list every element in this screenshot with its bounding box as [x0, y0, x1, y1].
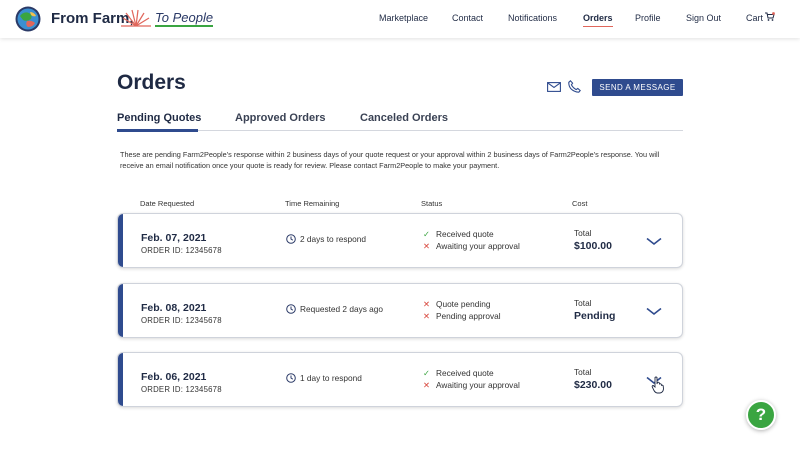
card-accent-bar	[118, 284, 123, 337]
help-button[interactable]: ?	[746, 400, 776, 430]
order-id: ORDER ID: 12345678	[141, 246, 222, 255]
card-accent-bar	[118, 214, 123, 267]
x-icon: ✕	[423, 380, 430, 390]
intro-text: These are pending Farm2People’s response…	[120, 150, 660, 170]
order-date: Feb. 06, 2021	[141, 371, 207, 383]
send-message-button[interactable]: SEND A MESSAGE	[592, 79, 683, 96]
total-value: Pending	[574, 310, 616, 322]
chevron-down-icon[interactable]	[646, 237, 662, 246]
mail-icon[interactable]	[547, 82, 561, 92]
active-tab-indicator	[117, 129, 198, 132]
card-accent-bar	[118, 353, 123, 406]
order-card[interactable]: Feb. 08, 2021 ORDER ID: 12345678 Request…	[117, 283, 683, 338]
status-text: Pending approval	[436, 311, 501, 321]
status-text: Quote pending	[436, 299, 491, 309]
order-card[interactable]: Feb. 06, 2021 ORDER ID: 12345678 1 day t…	[117, 352, 683, 407]
chevron-down-icon[interactable]	[646, 307, 662, 316]
page-title: Orders	[117, 71, 186, 94]
total-label: Total	[574, 367, 592, 377]
order-date: Feb. 07, 2021	[141, 232, 207, 244]
brand-tagline: To People	[155, 10, 214, 27]
check-icon: ✓	[423, 368, 430, 378]
time-remaining: Requested 2 days ago	[300, 304, 384, 314]
status-item: ✓ Received quote	[423, 368, 494, 378]
total-label: Total	[574, 228, 592, 238]
status-text: Awaiting your approval	[436, 380, 520, 390]
column-header-time: Time Remaining	[285, 199, 340, 208]
status-item: ✕ Pending approval	[423, 311, 501, 321]
top-nav-bar: From Farm, To People Marketplace Contact…	[0, 0, 800, 38]
clock-icon	[286, 373, 296, 383]
x-icon: ✕	[423, 241, 430, 251]
column-header-cost: Cost	[572, 199, 588, 208]
tabs-divider	[117, 130, 683, 131]
tab-pending-quotes[interactable]: Pending Quotes	[117, 112, 201, 124]
phone-icon[interactable]	[568, 80, 581, 93]
tab-canceled-orders[interactable]: Canceled Orders	[360, 112, 448, 124]
status-item: ✕ Quote pending	[423, 299, 490, 309]
column-header-date: Date Requested	[140, 199, 195, 208]
order-id: ORDER ID: 12345678	[141, 316, 222, 325]
order-card[interactable]: Feb. 07, 2021 ORDER ID: 12345678 2 days …	[117, 213, 683, 268]
time-remaining: 2 days to respond	[300, 234, 366, 244]
clock-icon	[286, 234, 296, 244]
clock-icon	[286, 304, 296, 314]
nav-marketplace[interactable]: Marketplace	[379, 13, 428, 23]
hand-cursor-icon	[651, 376, 664, 394]
nav-cart[interactable]: Cart	[746, 13, 763, 23]
nav-orders[interactable]: Orders	[583, 13, 613, 27]
order-date: Feb. 08, 2021	[141, 302, 207, 314]
total-label: Total	[574, 298, 592, 308]
status-text: Received quote	[436, 368, 494, 378]
nav-profile[interactable]: Profile	[635, 13, 661, 23]
tab-approved-orders[interactable]: Approved Orders	[235, 112, 325, 124]
check-icon: ✓	[423, 229, 430, 239]
total-value: $230.00	[574, 379, 612, 391]
nav-sign-out[interactable]: Sign Out	[686, 13, 721, 23]
status-text: Received quote	[436, 229, 494, 239]
status-text: Awaiting your approval	[436, 241, 520, 251]
x-icon: ✕	[423, 311, 430, 321]
nav-notifications[interactable]: Notifications	[508, 13, 557, 23]
order-id: ORDER ID: 12345678	[141, 385, 222, 394]
total-value: $100.00	[574, 240, 612, 252]
nav-contact[interactable]: Contact	[452, 13, 483, 23]
status-item: ✕ Awaiting your approval	[423, 380, 520, 390]
x-icon: ✕	[423, 299, 430, 309]
status-item: ✕ Awaiting your approval	[423, 241, 520, 251]
globe-logo-icon[interactable]	[15, 6, 41, 32]
status-item: ✓ Received quote	[423, 229, 494, 239]
cart-icon[interactable]	[765, 12, 775, 22]
column-header-status: Status	[421, 199, 443, 208]
time-remaining: 1 day to respond	[300, 373, 362, 383]
sunburst-icon	[121, 9, 151, 27]
